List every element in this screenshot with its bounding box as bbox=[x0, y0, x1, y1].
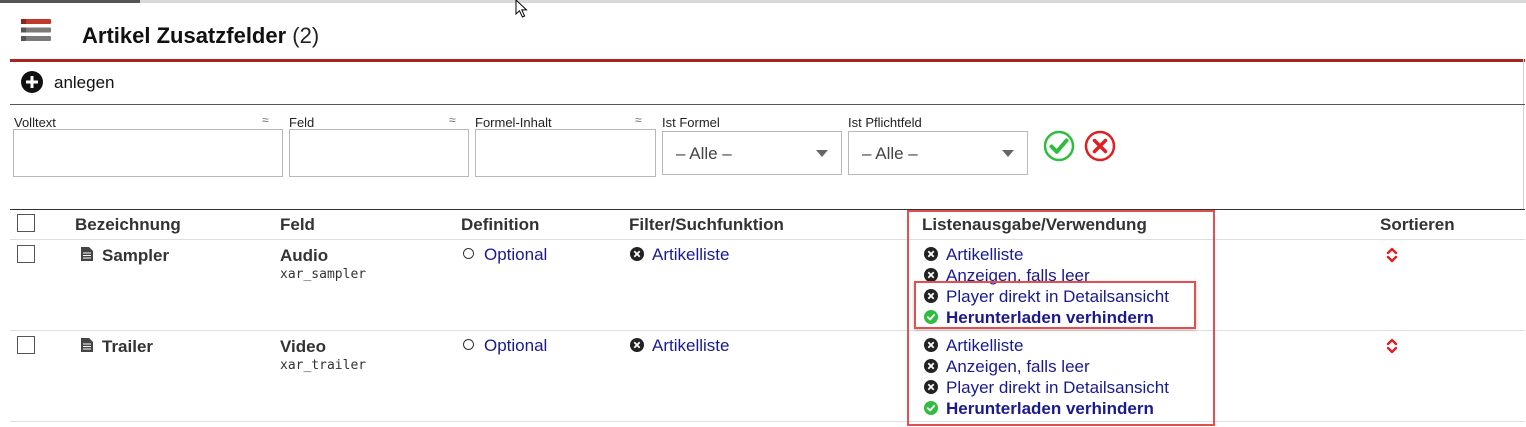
feld-key: xar_sampler bbox=[280, 267, 367, 282]
optional-circle-icon bbox=[463, 248, 474, 259]
mouse-cursor-icon bbox=[515, 0, 528, 18]
row-divider bbox=[10, 421, 1525, 422]
row-checkbox[interactable] bbox=[17, 336, 35, 354]
title-divider bbox=[10, 59, 1525, 62]
list-table-icon bbox=[21, 19, 51, 41]
col-header-bezeichnung[interactable]: Bezeichnung bbox=[75, 215, 181, 235]
filter-label-formel-inhalt: Formel-Inhalt bbox=[475, 115, 552, 130]
select-all-checkbox[interactable] bbox=[17, 214, 35, 232]
ist-pflichtfeld-value: – Alle – bbox=[862, 144, 918, 163]
col-header-sortieren[interactable]: Sortieren bbox=[1380, 215, 1455, 235]
page-title: Artikel Zusatzfelder (2) bbox=[82, 24, 319, 48]
record-count: (2) bbox=[292, 23, 320, 48]
ist-formel-value: – Alle – bbox=[676, 144, 732, 163]
col-header-filter[interactable]: Filter/Suchfunktion bbox=[629, 215, 784, 235]
filter-label-ist-pflichtfeld: Ist Pflichtfeld bbox=[848, 115, 922, 130]
chevron-down-icon bbox=[816, 150, 828, 157]
active-tab-indicator bbox=[0, 0, 140, 3]
filter-label-ist-formel: Ist Formel bbox=[662, 115, 720, 130]
filter-link[interactable]: Artikelliste bbox=[652, 336, 729, 356]
formel-inhalt-input[interactable] bbox=[475, 129, 656, 177]
ist-formel-select[interactable]: – Alle – bbox=[662, 131, 842, 175]
highlight-box-usage-row1 bbox=[914, 281, 1196, 329]
feld-input[interactable] bbox=[289, 129, 469, 177]
document-icon bbox=[81, 247, 93, 261]
x-circle-icon bbox=[630, 247, 644, 261]
top-border bbox=[0, 0, 1526, 3]
document-icon bbox=[81, 338, 93, 352]
volltext-input[interactable] bbox=[13, 129, 283, 177]
row-name[interactable]: Sampler bbox=[102, 246, 169, 266]
filter-label-volltext: Volltext bbox=[14, 115, 56, 130]
feld-key: xar_trailer bbox=[280, 358, 367, 373]
sort-arrows-icon[interactable] bbox=[1386, 338, 1398, 354]
filter-label-feld: Feld bbox=[289, 115, 315, 130]
table-top-rule bbox=[10, 209, 1525, 210]
x-circle-icon bbox=[630, 338, 644, 352]
fuzzy-match-icon: ≈ bbox=[635, 113, 642, 127]
row-name[interactable]: Trailer bbox=[102, 337, 153, 357]
col-header-feld[interactable]: Feld bbox=[280, 215, 315, 235]
fuzzy-match-icon: ≈ bbox=[449, 113, 456, 127]
sort-arrows-icon[interactable] bbox=[1386, 247, 1398, 263]
create-button[interactable]: anlegen bbox=[54, 73, 115, 93]
plus-circle-icon[interactable] bbox=[21, 71, 43, 93]
reset-filter-x-icon[interactable] bbox=[1084, 130, 1116, 162]
ist-pflichtfeld-select[interactable]: – Alle – bbox=[848, 131, 1028, 175]
panel-right-border bbox=[1523, 59, 1524, 209]
optional-circle-icon bbox=[463, 339, 474, 350]
row-checkbox[interactable] bbox=[17, 245, 35, 263]
fuzzy-match-icon: ≈ bbox=[262, 113, 269, 127]
definition-link[interactable]: Optional bbox=[484, 336, 547, 356]
feld-type: Video bbox=[280, 337, 326, 356]
filter-link[interactable]: Artikelliste bbox=[652, 245, 729, 265]
page-title-text: Artikel Zusatzfelder bbox=[82, 23, 287, 48]
apply-filter-check-icon[interactable] bbox=[1043, 130, 1075, 162]
filter-divider bbox=[10, 104, 1525, 105]
row-divider bbox=[10, 330, 1525, 331]
definition-link[interactable]: Optional bbox=[484, 245, 547, 265]
col-header-definition[interactable]: Definition bbox=[461, 215, 539, 235]
row-divider bbox=[10, 239, 1525, 240]
feld-type: Audio bbox=[280, 246, 329, 265]
chevron-down-icon bbox=[1002, 150, 1014, 157]
